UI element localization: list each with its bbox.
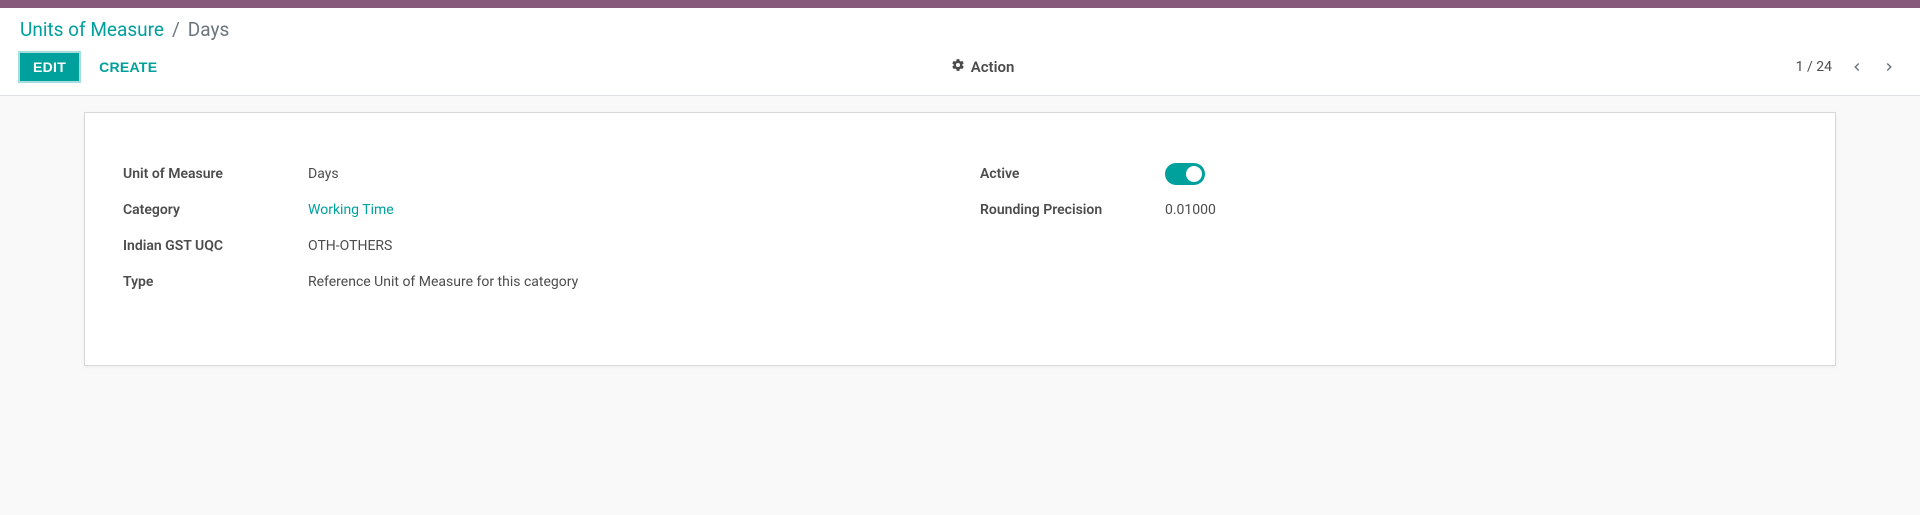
brand-color-bar	[0, 0, 1920, 8]
pager-prev-button[interactable]	[1846, 56, 1868, 78]
chevron-right-icon	[1882, 60, 1896, 74]
field-active: Active	[980, 161, 1797, 187]
form-right-column: Active Rounding Precision 0.01000	[980, 161, 1797, 305]
active-toggle[interactable]	[1165, 163, 1205, 185]
field-type: Type Reference Unit of Measure for this …	[123, 269, 940, 295]
toggle-knob	[1186, 166, 1202, 182]
breadcrumb: Units of Measure / Days	[20, 18, 1900, 41]
chevron-left-icon	[1850, 60, 1864, 74]
content-wrapper: Unit of Measure Days Category Working Ti…	[0, 96, 1920, 386]
value-category-link[interactable]: Working Time	[308, 202, 394, 218]
toolbar-left: EDIT CREATE	[20, 53, 169, 81]
value-unit-of-measure: Days	[308, 166, 339, 182]
edit-button[interactable]: EDIT	[20, 53, 79, 81]
label-active: Active	[980, 166, 1165, 182]
create-button[interactable]: CREATE	[87, 54, 169, 80]
value-type: Reference Unit of Measure for this categ…	[308, 274, 578, 290]
pager-next-button[interactable]	[1878, 56, 1900, 78]
form-left-column: Unit of Measure Days Category Working Ti…	[123, 161, 940, 305]
form-sheet: Unit of Measure Days Category Working Ti…	[84, 112, 1836, 366]
label-indian-gst-uqc: Indian GST UQC	[123, 238, 308, 254]
label-rounding-precision: Rounding Precision	[980, 202, 1165, 218]
toolbar: EDIT CREATE Action 1 / 24	[20, 53, 1900, 81]
field-rounding-precision: Rounding Precision 0.01000	[980, 197, 1797, 223]
field-unit-of-measure: Unit of Measure Days	[123, 161, 940, 187]
action-dropdown[interactable]: Action	[951, 58, 1015, 76]
gear-icon	[951, 58, 965, 76]
pager-text: 1 / 24	[1796, 59, 1832, 75]
value-rounding-precision: 0.01000	[1165, 202, 1216, 218]
field-indian-gst-uqc: Indian GST UQC OTH-OTHERS	[123, 233, 940, 259]
breadcrumb-parent-link[interactable]: Units of Measure	[20, 18, 164, 41]
label-category: Category	[123, 202, 308, 218]
label-type: Type	[123, 274, 308, 290]
label-unit-of-measure: Unit of Measure	[123, 166, 308, 182]
pager-nav	[1846, 56, 1900, 78]
field-category: Category Working Time	[123, 197, 940, 223]
toolbar-right: 1 / 24	[1796, 56, 1900, 78]
form-columns: Unit of Measure Days Category Working Ti…	[123, 161, 1797, 305]
breadcrumb-separator: /	[172, 18, 180, 41]
action-label: Action	[971, 58, 1015, 76]
header-area: Units of Measure / Days EDIT CREATE Acti…	[0, 8, 1920, 96]
value-indian-gst-uqc: OTH-OTHERS	[308, 238, 392, 254]
breadcrumb-current: Days	[188, 18, 229, 41]
